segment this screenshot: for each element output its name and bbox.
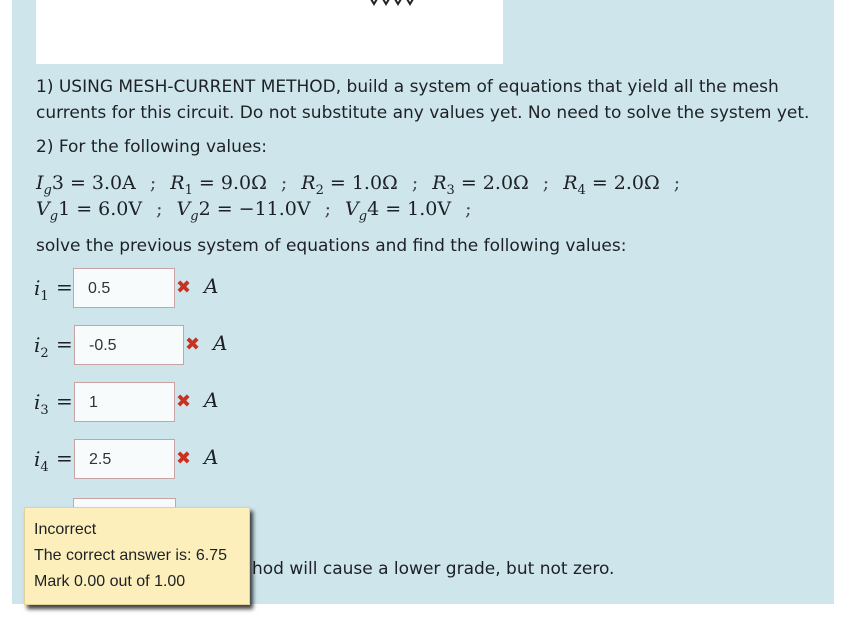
incorrect-icon: ✖	[185, 334, 201, 355]
answer-unit: A	[204, 445, 219, 469]
separator: ;	[156, 198, 163, 220]
feedback-status: Incorrect	[34, 521, 97, 538]
math-value: 4 = 1.0V	[367, 198, 452, 220]
values-line-1: Ig3 = 3.0A; R1 = 9.0Ω; R2 = 1.0Ω; R3 = 2.0Ω…	[36, 172, 694, 198]
resistor-symbol	[370, 0, 414, 6]
feedback-tooltip: Incorrect The correct answer is: 6.75 Ma…	[24, 507, 250, 605]
math-value: = 1.0Ω	[323, 172, 398, 194]
math-symbol: V	[176, 198, 191, 220]
values-line-2: Vg1 = 6.0V; Vg2 = −11.0V; Vg4 = 1.0V;	[36, 198, 486, 224]
incorrect-icon: ✖	[176, 277, 192, 298]
answer-variable-subscript: 3	[40, 403, 49, 418]
math-subscript: 4	[577, 182, 586, 198]
separator: ;	[324, 198, 332, 220]
value-item-line1-3: R3 = 2.0Ω	[432, 172, 529, 198]
answer-input-1[interactable]: 0.5	[73, 268, 175, 308]
answer-input-3[interactable]: 1	[74, 382, 175, 422]
value-item-line2-1: Vg2 = −11.0V	[176, 198, 311, 224]
value-item-line1-4: R4 = 2.0Ω	[563, 172, 660, 198]
math-subscript: 1	[184, 182, 193, 198]
math-symbol: V	[36, 198, 50, 220]
answer-variable-subscript: 4	[40, 460, 49, 475]
separator: ;	[149, 172, 157, 194]
answer-unit: A	[204, 274, 219, 298]
value-item-line1-2: R2 = 1.0Ω	[301, 172, 398, 198]
incorrect-icon: ✖	[176, 448, 192, 469]
equals-sign: =	[56, 389, 73, 413]
answer-input-4[interactable]: 2.5	[74, 439, 175, 479]
equals-sign: =	[56, 332, 73, 356]
math-symbol: R	[563, 172, 578, 194]
math-value: 2 = −11.0V	[198, 198, 311, 220]
math-subscript: 3	[446, 182, 455, 198]
feedback-mark: Mark 0.00 out of 1.00	[34, 573, 186, 590]
math-subscript: 2	[315, 182, 324, 198]
answer-variable-subscript: 1	[40, 289, 49, 304]
incorrect-icon: ✖	[176, 391, 192, 412]
math-value: 1 = 6.0V	[58, 198, 143, 220]
math-value: = 2.0Ω	[454, 172, 529, 194]
equals-sign: =	[56, 446, 73, 470]
math-value: = 9.0Ω	[192, 172, 267, 194]
equals-sign: =	[56, 275, 73, 299]
answer-unit: A	[204, 388, 219, 412]
value-item-line2-0: Vg1 = 6.0V	[36, 198, 143, 224]
question-part2-heading: 2) For the following values:	[36, 137, 267, 157]
separator: ;	[280, 172, 288, 194]
separator: ;	[465, 198, 472, 220]
math-symbol: V	[345, 198, 359, 220]
separator: ;	[673, 172, 681, 194]
math-symbol: R	[432, 172, 447, 194]
separator: ;	[542, 172, 550, 194]
value-item-line1-1: R1 = 9.0Ω	[170, 172, 267, 198]
answer-unit: A	[213, 331, 228, 355]
math-subscript: g	[358, 208, 368, 224]
separator: ;	[411, 172, 419, 194]
math-symbol: R	[301, 172, 316, 194]
circuit-figure	[36, 0, 503, 64]
grading-note: hod will cause a lower grade, but not ze…	[252, 559, 615, 579]
answer-variable-subscript: 2	[40, 346, 49, 361]
math-subscript: g	[43, 182, 52, 198]
math-symbol: R	[170, 172, 185, 194]
math-value: = 2.0Ω	[585, 172, 660, 194]
value-item-line1-0: Ig3 = 3.0A	[36, 172, 136, 198]
question-part1: 1) USING MESH-CURRENT METHOD, build a sy…	[36, 77, 810, 123]
math-symbol: I	[36, 172, 44, 194]
solve-prompt: solve the previous system of equations a…	[36, 236, 627, 256]
math-subscript: g	[190, 208, 199, 224]
value-item-line2-2: Vg4 = 1.0V	[345, 198, 452, 224]
answer-input-2[interactable]: -0.5	[74, 325, 184, 365]
math-subscript: g	[49, 208, 59, 224]
math-value: 3 = 3.0A	[51, 172, 136, 194]
feedback-correct-answer: The correct answer is: 6.75	[34, 547, 227, 564]
